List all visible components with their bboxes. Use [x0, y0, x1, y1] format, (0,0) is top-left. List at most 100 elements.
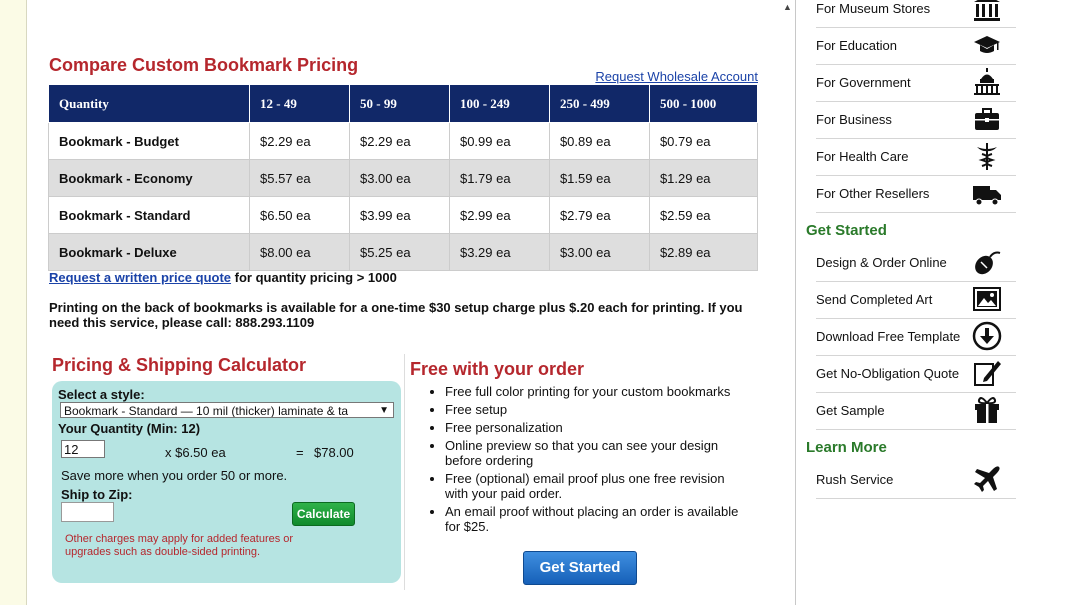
mouse-icon: [975, 251, 1001, 275]
list-item: Free (optional) email proof plus one fre…: [445, 471, 745, 501]
price-cell: $2.89 ea: [648, 233, 759, 271]
download-icon: [972, 321, 1002, 351]
sidebar-item-download-template[interactable]: Download Free Template: [816, 319, 1016, 356]
calculator-panel: Select a style: Bookmark - Standard — 10…: [52, 381, 401, 583]
sidebar-item-label: Send Completed Art: [816, 292, 933, 307]
unit-price: x $6.50 ea: [165, 445, 226, 460]
quantity-input[interactable]: 12: [61, 440, 105, 458]
table-row: Bookmark - Deluxe $8.00 ea $5.25 ea $3.2…: [48, 233, 759, 271]
sidebar-item-government[interactable]: For Government: [816, 65, 1016, 102]
truck-icon: [973, 186, 1001, 206]
price-cell: $8.00 ea: [249, 233, 350, 271]
price-cell: $6.50 ea: [249, 196, 350, 234]
header-tier: 12 - 49: [249, 84, 350, 123]
charges-note: Other charges may apply for added featur…: [65, 533, 294, 558]
table-row: Bookmark - Standard $6.50 ea $3.99 ea $2…: [48, 196, 759, 234]
scroll-up-icon[interactable]: ▲: [783, 2, 792, 12]
price-cell: $3.29 ea: [448, 233, 550, 271]
sidebar-item-label: For Other Resellers: [816, 186, 930, 201]
sidebar-item-send-art[interactable]: Send Completed Art: [816, 282, 1016, 319]
sidebar: For Museum Stores For Education For Gove…: [796, 0, 1068, 605]
header-tier: 250 - 499: [548, 84, 650, 123]
price-cell: $5.25 ea: [348, 233, 450, 271]
quote-suffix: for quantity pricing > 1000: [231, 270, 397, 285]
table-row: Bookmark - Budget $2.29 ea $2.29 ea $0.9…: [48, 122, 759, 160]
caduceus-icon: [977, 143, 997, 170]
sidebar-item-label: For Business: [816, 112, 892, 127]
price-cell: $2.29 ea: [249, 122, 350, 160]
pricing-table: Quantity 12 - 49 50 - 99 100 - 249 250 -…: [48, 84, 759, 271]
header-tier: 100 - 249: [448, 84, 550, 123]
price-cell: $3.00 ea: [348, 159, 450, 197]
capitol-icon: [974, 68, 1000, 95]
sidebar-item-label: For Museum Stores: [816, 1, 931, 16]
scrollbar[interactable]: ▲: [780, 0, 796, 605]
product-name: Bookmark - Standard: [48, 196, 250, 234]
free-title: Free with your order: [410, 359, 585, 379]
table-row: Bookmark - Economy $5.57 ea $3.00 ea $1.…: [48, 159, 759, 197]
price-cell: $2.29 ea: [348, 122, 450, 160]
sidebar-item-education[interactable]: For Education: [816, 28, 1016, 65]
header-quantity: Quantity: [48, 84, 250, 123]
sidebar-item-sample[interactable]: Get Sample: [816, 393, 1016, 430]
zip-label: Ship to Zip:: [61, 487, 133, 502]
list-item: An email proof without placing an order …: [445, 504, 745, 534]
product-name: Bookmark - Economy: [48, 159, 250, 197]
zip-input[interactable]: [61, 502, 114, 522]
save-note: Save more when you order 50 or more.: [61, 468, 288, 483]
price-cell: $2.59 ea: [648, 196, 759, 234]
list-item: Free setup: [445, 402, 745, 417]
get-started-button[interactable]: Get Started: [523, 551, 637, 585]
sidebar-item-label: Get No-Obligation Quote: [816, 366, 960, 381]
calculator-title: Pricing & Shipping Calculator: [52, 355, 307, 375]
price-cell: $2.79 ea: [548, 196, 650, 234]
sidebar-item-design-order[interactable]: Design & Order Online: [816, 245, 1016, 282]
sidebar-item-label: For Education: [816, 38, 897, 53]
sidebar-item-other-resellers[interactable]: For Other Resellers: [816, 176, 1016, 213]
style-label: Select a style:: [58, 387, 145, 402]
briefcase-icon: [975, 108, 999, 130]
get-started-heading: Get Started: [806, 222, 887, 239]
learn-more-heading: Learn More: [806, 439, 887, 456]
pricing-title: Compare Custom Bookmark Pricing: [49, 55, 359, 75]
sidebar-item-business[interactable]: For Business: [816, 102, 1016, 139]
sidebar-item-label: Download Free Template: [816, 329, 961, 344]
graduation-cap-icon: [974, 36, 1000, 53]
gift-icon: [975, 397, 999, 423]
style-select[interactable]: Bookmark - Standard — 10 mil (thicker) l…: [60, 402, 394, 418]
free-list: Free full color printing for your custom…: [410, 384, 745, 537]
price-cell: $0.79 ea: [648, 122, 759, 160]
product-name: Bookmark - Deluxe: [48, 233, 250, 271]
price-cell: $3.99 ea: [348, 196, 450, 234]
style-select-value: Bookmark - Standard — 10 mil (thicker) l…: [64, 404, 349, 418]
header-tier: 50 - 99: [348, 84, 450, 123]
sidebar-item-label: Get Sample: [816, 403, 885, 418]
quantity-label: Your Quantity (Min: 12): [58, 421, 201, 436]
equals-sign: =: [296, 445, 304, 460]
list-item: Free personalization: [445, 420, 745, 435]
printing-notice: Printing on the back of bookmarks is ava…: [49, 300, 743, 330]
sidebar-item-quote[interactable]: Get No-Obligation Quote: [816, 356, 1016, 393]
product-name: Bookmark - Budget: [48, 122, 250, 160]
price-cell: $3.00 ea: [548, 233, 650, 271]
header-tier: 500 - 1000: [648, 84, 759, 123]
calculate-button[interactable]: Calculate: [292, 502, 355, 526]
museum-icon: [974, 0, 1000, 21]
sidebar-item-rush-service[interactable]: Rush Service: [816, 462, 1016, 499]
sidebar-item-label: For Government: [816, 75, 911, 90]
sidebar-item-museum-stores[interactable]: For Museum Stores: [816, 0, 1016, 28]
column-divider: [404, 354, 405, 590]
price-cell: $0.99 ea: [448, 122, 550, 160]
price-quote-link[interactable]: Request a written price quote: [49, 270, 231, 285]
price-cell: $1.29 ea: [648, 159, 759, 197]
edit-icon: [974, 361, 1001, 386]
list-item: Free full color printing for your custom…: [445, 384, 745, 399]
sidebar-item-health-care[interactable]: For Health Care: [816, 139, 1016, 176]
total-price: $78.00: [314, 445, 354, 460]
wholesale-account-link[interactable]: Request Wholesale Account: [595, 69, 758, 84]
sidebar-item-label: Design & Order Online: [816, 255, 947, 270]
pricing-header-row: Quantity 12 - 49 50 - 99 100 - 249 250 -…: [48, 84, 759, 123]
price-cell: $1.59 ea: [548, 159, 650, 197]
price-cell: $5.57 ea: [249, 159, 350, 197]
sidebar-item-label: For Health Care: [816, 149, 909, 164]
